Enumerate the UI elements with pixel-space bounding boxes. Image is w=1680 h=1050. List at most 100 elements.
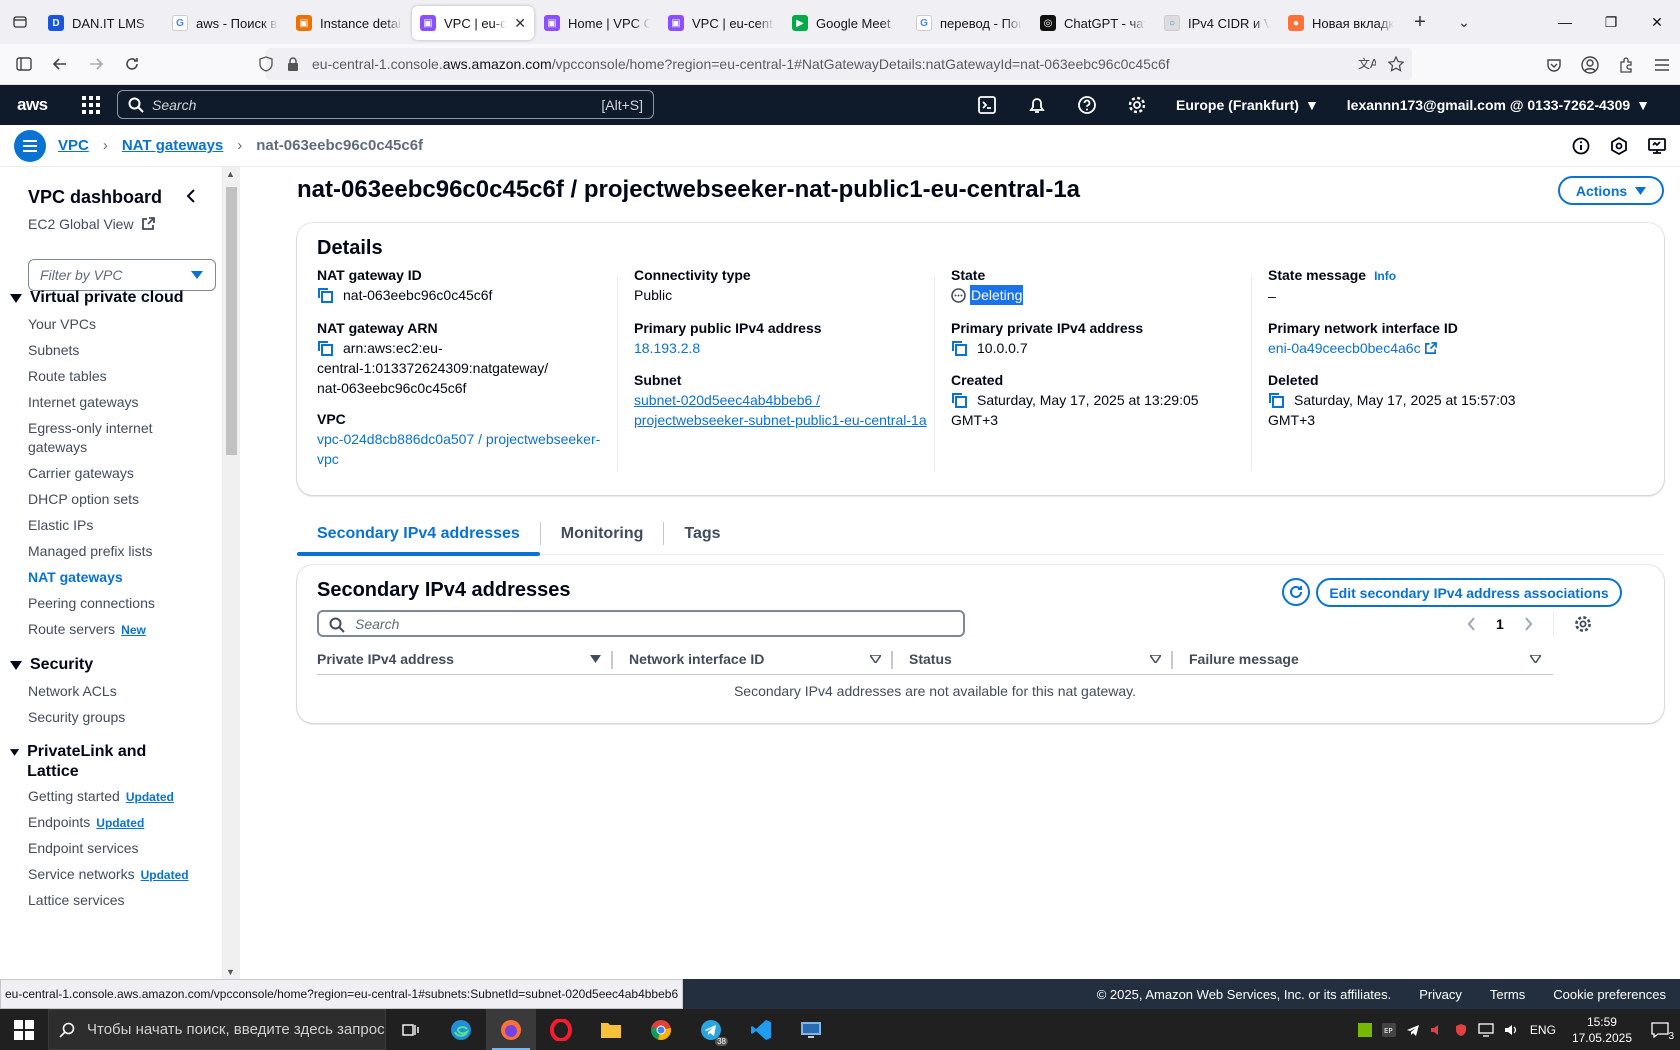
cloudshell-button[interactable] [962, 85, 1012, 125]
security-shield-icon[interactable] [1454, 1023, 1468, 1037]
footer-link-cookie-preferences[interactable]: Cookie preferences [1553, 987, 1666, 1002]
sidebar-item-endpoint-services[interactable]: Endpoint services [28, 839, 139, 858]
region-selector[interactable]: Europe (Frankfurt) ▼ [1162, 97, 1333, 113]
sidebar-item-elastic-ips[interactable]: Elastic IPs [28, 516, 93, 535]
menu-button[interactable] [1644, 58, 1680, 72]
reload-button[interactable] [114, 48, 150, 80]
subnet-link[interactable]: subnet-020d5eec4ab4bbeb6 /projectwebseek… [634, 392, 927, 428]
browser-tab[interactable]: ○ IPv4 CIDR и VPC [1156, 6, 1278, 40]
start-button[interactable] [0, 1009, 48, 1050]
browser-tab[interactable]: ▣ VPC | eu-central-1 [660, 6, 782, 40]
forward-button[interactable] [78, 48, 114, 80]
vpc-link[interactable]: vpc-024d8cb886dc0a507 / projectwebseeker… [317, 431, 600, 467]
sidebar-item-nat-gateways[interactable]: NAT gateways [28, 568, 123, 587]
telegram-tray-icon[interactable] [1406, 1023, 1420, 1037]
notification-center-button[interactable]: 3 [1648, 1021, 1674, 1042]
sidebar-collapse-button[interactable] [186, 189, 196, 203]
public-ip-link[interactable]: 18.193.2.8 [634, 340, 700, 356]
browser-tab[interactable]: ▶ Google Meet [784, 6, 906, 40]
breadcrumb-nat-gateways[interactable]: NAT gateways [122, 137, 223, 154]
taskbar-app-chrome[interactable] [636, 1009, 686, 1050]
sidebar-item-route-tables[interactable]: Route tables [28, 367, 107, 386]
info-icon[interactable] [1572, 137, 1590, 155]
extensions-button[interactable] [1608, 56, 1644, 73]
browser-tab[interactable]: Gaws - Поиск в Google [164, 6, 286, 40]
refresh-button[interactable] [1282, 578, 1310, 606]
taskbar-app-opera[interactable] [536, 1009, 586, 1050]
edit-secondary-ipv4-associations-button[interactable]: Edit secondary IPv4 address associations [1316, 578, 1622, 607]
sidebar-item-carrier-gateways[interactable]: Carrier gateways [28, 464, 134, 483]
sidebar-item-managed-prefix-lists[interactable]: Managed prefix lists [28, 542, 153, 561]
column-header-network-interface-id[interactable]: Network interface ID [613, 643, 893, 675]
eni-link[interactable]: eni-0a49ceecb0bec4a6c [1268, 340, 1438, 356]
browser-tab[interactable]: ● Новая вкладка [1280, 6, 1402, 40]
sidebar-toggle-button[interactable] [6, 48, 42, 80]
footer-link-terms[interactable]: Terms [1490, 987, 1525, 1002]
epic-games-icon[interactable]: EP [1381, 1022, 1396, 1037]
taskbar-search-input[interactable]: Чтобы начать поиск, введите здесь запрос [48, 1009, 386, 1050]
address-bar[interactable]: eu-central-1.console. aws.amazon.com/vpcc… [259, 48, 1412, 80]
close-tab-icon[interactable]: ✕ [514, 15, 526, 32]
notifications-button[interactable] [1012, 85, 1062, 125]
tab-overflow-chevron-icon[interactable]: ⌄ [1446, 5, 1482, 39]
aws-logo[interactable]: aws [17, 95, 51, 115]
tab-secondary-ipv4-addresses[interactable]: Secondary IPv4 addresses [297, 512, 540, 556]
task-view-button[interactable] [386, 1009, 436, 1050]
aws-search-input[interactable]: Search [Alt+S] [117, 90, 654, 119]
browser-tab[interactable]: ◎ ChatGPT - чат [1032, 6, 1154, 40]
sidebar-item-lattice-services[interactable]: Lattice services [28, 891, 124, 910]
sidebar-item-dhcp-option-sets[interactable]: DHCP option sets [28, 490, 139, 509]
taskbar-app-file-explorer[interactable] [586, 1009, 636, 1050]
copy-icon[interactable] [951, 340, 967, 356]
column-header-private-ipv4[interactable]: Private IPv4 address [317, 643, 613, 675]
volume-icon[interactable] [1504, 1023, 1520, 1037]
services-menu-button[interactable] [79, 93, 103, 117]
taskbar-app-telegram[interactable]: 38 [686, 1009, 736, 1050]
browser-tab[interactable]: D DAN.IT LMS [40, 6, 162, 40]
taskbar-app-edge[interactable] [436, 1009, 486, 1050]
filter-by-vpc-select[interactable]: Filter by VPC [28, 259, 216, 291]
tab-tags[interactable]: Tags [664, 512, 740, 555]
scroll-up-icon[interactable]: ▲ [226, 169, 235, 179]
column-header-failure-message[interactable]: Failure message [1173, 643, 1553, 675]
info-link[interactable]: Info [1374, 269, 1396, 283]
restore-button[interactable]: ❐ [1588, 0, 1634, 44]
network-icon[interactable] [1478, 1022, 1494, 1037]
sidebar-item-internet-gateways[interactable]: Internet gateways [28, 393, 139, 412]
account-menu[interactable]: lexannn173@gmail.com @ 0133-7262-4309 ▼ [1333, 97, 1664, 113]
sidebar-section-privatelink-and-lattice[interactable]: PrivateLink and Lattice [10, 742, 160, 782]
scroll-down-icon[interactable]: ▼ [226, 967, 235, 977]
taskbar-app-vscode[interactable] [736, 1009, 786, 1050]
amazon-q-icon[interactable] [1610, 137, 1628, 155]
gear-icon[interactable] [1574, 615, 1592, 633]
breadcrumb-vpc[interactable]: VPC [58, 137, 89, 154]
sound-muted-icon[interactable] [1430, 1023, 1444, 1037]
minimize-button[interactable]: — [1542, 0, 1588, 44]
browser-tab[interactable]: ▣ VPC | eu-central-1 ✕ [412, 6, 534, 40]
footer-link-privacy[interactable]: Privacy [1419, 987, 1462, 1002]
sidebar-item-endpoints[interactable]: Endpoints Updated [28, 813, 144, 833]
sidebar-item-egress-only-internet-gateways[interactable]: Egress-only internet gateways [28, 419, 168, 457]
column-header-status[interactable]: Status [893, 643, 1173, 675]
close-window-button[interactable]: ✕ [1634, 0, 1680, 44]
sidebar-scrollbar[interactable]: ▲ ▼ [223, 167, 240, 979]
sidebar-item-service-networks[interactable]: Service networks Updated [28, 865, 189, 885]
sidebar-item-getting-started[interactable]: Getting started Updated [28, 787, 174, 807]
nvidia-icon[interactable] [1357, 1022, 1372, 1037]
sidebar-title[interactable]: VPC dashboard [28, 187, 162, 208]
actions-button[interactable]: Actions [1558, 176, 1664, 205]
chevron-left-icon[interactable] [1467, 617, 1476, 631]
browser-tab[interactable]: Gперевод - Поиск [908, 6, 1030, 40]
sidebar-section-virtual-private-cloud[interactable]: Virtual private cloud [10, 288, 184, 308]
secondary-search-input[interactable]: Search [317, 610, 965, 637]
copy-icon[interactable] [317, 340, 333, 356]
current-page[interactable]: 1 [1496, 616, 1504, 632]
copy-icon[interactable] [1268, 392, 1284, 408]
sidebar-item-network-acls[interactable]: Network ACLs [28, 682, 117, 701]
tab-list-button[interactable] [0, 0, 40, 44]
browser-tab[interactable]: ▣ Home | VPC Console [536, 6, 658, 40]
sidebar-item-your-vpcs[interactable]: Your VPCs [28, 315, 96, 334]
sidebar-item-peering-connections[interactable]: Peering connections [28, 594, 155, 613]
browser-tab[interactable]: ▣ Instance details [288, 6, 410, 40]
help-button[interactable] [1062, 85, 1112, 125]
